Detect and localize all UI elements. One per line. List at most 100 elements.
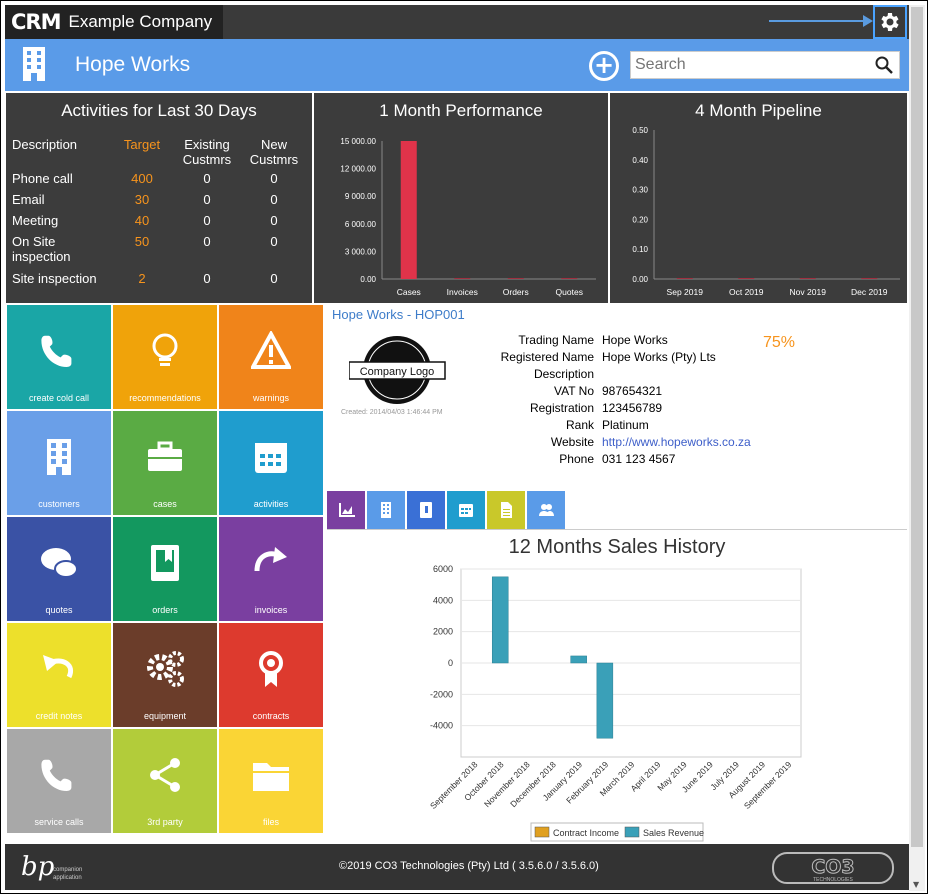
tile-create-cold-call[interactable]: create cold call bbox=[7, 305, 111, 409]
phone-icon bbox=[41, 759, 72, 791]
detail-value: Platinum bbox=[602, 418, 649, 432]
search-icon[interactable] bbox=[875, 56, 893, 74]
building-icon bbox=[47, 439, 71, 475]
tile-credit-notes[interactable]: credit notes bbox=[7, 623, 111, 727]
users-icon bbox=[539, 504, 554, 516]
tile-invoices[interactable]: invoices bbox=[219, 517, 323, 621]
sales-ytick: 6000 bbox=[433, 564, 453, 574]
website-link[interactable]: http://www.hopeworks.co.za bbox=[602, 435, 782, 452]
activity-target: 2 bbox=[138, 271, 146, 286]
perf-bar bbox=[561, 278, 578, 279]
tile-customers[interactable]: customers bbox=[7, 411, 111, 515]
table-row: Meeting 40 0 0 bbox=[12, 213, 308, 234]
detail-key: VAT No bbox=[553, 384, 594, 398]
tile-contracts[interactable]: contracts bbox=[219, 623, 323, 727]
activities-table: Description Target Existing Custmrs New … bbox=[12, 137, 308, 292]
tile-cases[interactable]: cases bbox=[113, 411, 217, 515]
activity-description: Meeting bbox=[12, 213, 59, 228]
company-name: Example Company bbox=[68, 12, 213, 31]
tile-warnings[interactable]: warnings bbox=[219, 305, 323, 409]
pipe-ytick: 0.50 bbox=[632, 126, 648, 135]
pipe-ytick: 0.30 bbox=[632, 186, 648, 195]
search-box bbox=[630, 51, 900, 79]
search-input[interactable] bbox=[631, 52, 866, 78]
tile-label: credit notes bbox=[35, 711, 83, 721]
sales-history-chart: -4000-20000200040006000September 2018Oct… bbox=[428, 564, 802, 842]
company-logo: Company Logo bbox=[349, 336, 446, 404]
add-button[interactable]: + bbox=[589, 51, 619, 81]
brand[interactable]: CRM Example Company bbox=[5, 5, 223, 39]
tile-equipment[interactable]: equipment bbox=[113, 623, 217, 727]
perf-bar bbox=[400, 141, 417, 279]
page-header: Hope Works + bbox=[5, 39, 909, 91]
performance-chart: 0.00 3 000.00 6 000.00 9 000.00 12 000.00 15 … bbox=[340, 137, 596, 297]
detail-row: Rank Platinum bbox=[487, 418, 782, 435]
app-window: CRM Example Company Hope Works + Search … bbox=[0, 0, 928, 894]
detail-key: Registered Name bbox=[500, 350, 594, 364]
detail-key: Phone bbox=[559, 452, 594, 466]
area-chart-icon bbox=[339, 503, 355, 517]
tab-document[interactable] bbox=[487, 491, 525, 529]
tile-orders[interactable]: orders bbox=[113, 517, 217, 621]
tab-area-chart[interactable] bbox=[327, 491, 365, 529]
activity-new: 0 bbox=[270, 213, 278, 228]
detail-value: Hope Works bbox=[602, 333, 668, 347]
perf-xtick: Cases bbox=[397, 287, 421, 297]
detail-key: Rank bbox=[565, 418, 594, 432]
tab-calendar[interactable] bbox=[447, 491, 485, 529]
tile-3rd-party[interactable]: 3rd party bbox=[113, 729, 217, 833]
activity-existing: 0 bbox=[203, 213, 211, 228]
activity-target: 50 bbox=[134, 234, 150, 249]
settings-button[interactable] bbox=[873, 5, 907, 39]
co3-logo: CO3 TECHNOLOGIES bbox=[772, 852, 894, 884]
tile-label: quotes bbox=[45, 605, 73, 615]
vertical-scrollbar[interactable]: ▼ bbox=[909, 5, 925, 891]
tile-label: recommendations bbox=[129, 393, 201, 403]
scroll-down-icon[interactable]: ▼ bbox=[913, 880, 919, 889]
tile-label: files bbox=[262, 817, 279, 827]
company-logo-text: Company Logo bbox=[360, 366, 435, 378]
address-book-icon bbox=[420, 502, 432, 518]
perf-xtick: Invoices bbox=[447, 287, 478, 297]
tile-recommendations[interactable]: recommendations bbox=[113, 305, 217, 409]
share-icon bbox=[150, 758, 180, 792]
activity-new: 0 bbox=[270, 271, 278, 286]
redo-arrow-icon bbox=[254, 547, 287, 572]
tile-files[interactable]: files bbox=[219, 729, 323, 833]
document-icon bbox=[501, 502, 512, 518]
legend-swatch bbox=[624, 826, 640, 838]
building-icon bbox=[23, 47, 45, 81]
perf-bar bbox=[454, 278, 471, 279]
sales-xtick: November 2018 bbox=[482, 759, 532, 809]
perf-ytick: 6 000.00 bbox=[345, 220, 377, 229]
legend-label[interactable]: Contract Income bbox=[553, 828, 619, 838]
created-date: Created: 2014/04/03 1:46:44 PM bbox=[341, 409, 443, 416]
completion-percent: 75% bbox=[763, 334, 796, 351]
sales-bar bbox=[570, 655, 587, 664]
sales-ytick: 4000 bbox=[433, 595, 453, 605]
undo-arrow-icon bbox=[43, 655, 73, 679]
tile-quotes[interactable]: quotes bbox=[7, 517, 111, 621]
award-icon bbox=[259, 651, 283, 687]
tile-activities[interactable]: activities bbox=[219, 411, 323, 515]
warning-icon bbox=[251, 331, 291, 369]
tile-label: 3rd party bbox=[147, 817, 183, 827]
tile-service-calls[interactable]: service calls bbox=[7, 729, 111, 833]
folder-icon bbox=[253, 763, 289, 791]
tile-label: service calls bbox=[34, 817, 84, 827]
tab-users[interactable] bbox=[527, 491, 565, 529]
sales-legend: Contract Income Sales Revenue bbox=[530, 822, 704, 842]
tile-label: customers bbox=[38, 499, 80, 509]
tab-address-book[interactable] bbox=[407, 491, 445, 529]
tab-building[interactable] bbox=[367, 491, 405, 529]
tile-label: contracts bbox=[252, 711, 290, 721]
phone-icon bbox=[41, 335, 72, 367]
activity-new: 0 bbox=[270, 234, 278, 249]
scrollbar-thumb[interactable] bbox=[911, 7, 923, 847]
company-heading[interactable]: Hope Works - HOP001 bbox=[332, 307, 465, 322]
copyright: ©2019 CO3 Technologies (Pty) Ltd ( 3.5.6… bbox=[339, 860, 599, 872]
svg-text:companion: companion bbox=[53, 867, 82, 873]
legend-label[interactable]: Sales Revenue bbox=[643, 828, 704, 838]
activity-description: Email bbox=[12, 192, 45, 207]
tile-label: orders bbox=[152, 605, 178, 615]
